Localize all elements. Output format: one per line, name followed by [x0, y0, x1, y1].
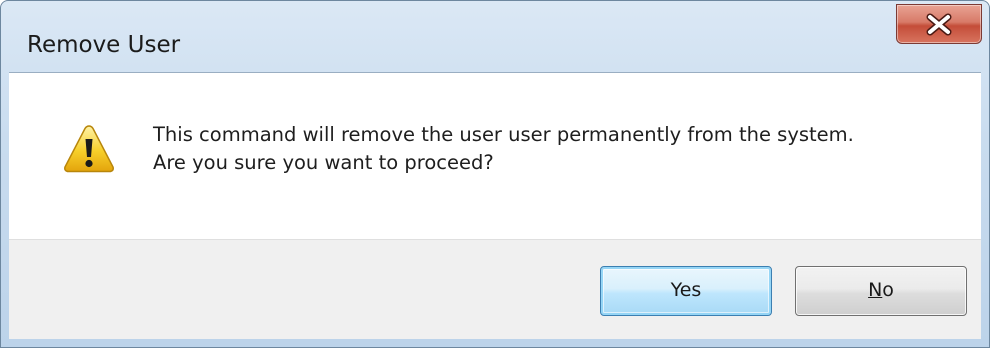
button-bar: Yes No: [9, 239, 981, 339]
dialog-title: Remove User: [27, 32, 181, 58]
remove-user-dialog: Remove User This command will remove the…: [0, 0, 990, 348]
no-button-label-rest: o: [882, 279, 894, 301]
message-area: This command will remove the user user p…: [9, 73, 981, 239]
warning-icon: [64, 125, 114, 173]
no-button[interactable]: No: [795, 266, 967, 316]
message-line-1: This command will remove the user user p…: [153, 123, 854, 146]
close-icon: [926, 13, 952, 36]
no-button-mnemonic: N: [868, 279, 883, 301]
title-bar[interactable]: Remove User: [1, 1, 989, 81]
yes-button-label: Yes: [670, 279, 702, 301]
dialog-client-area: This command will remove the user user p…: [9, 72, 981, 339]
close-button[interactable]: [896, 4, 982, 44]
dialog-message: This command will remove the user user p…: [153, 121, 953, 177]
message-line-2: Are you sure you want to proceed?: [153, 151, 494, 174]
yes-button[interactable]: Yes: [600, 266, 772, 316]
